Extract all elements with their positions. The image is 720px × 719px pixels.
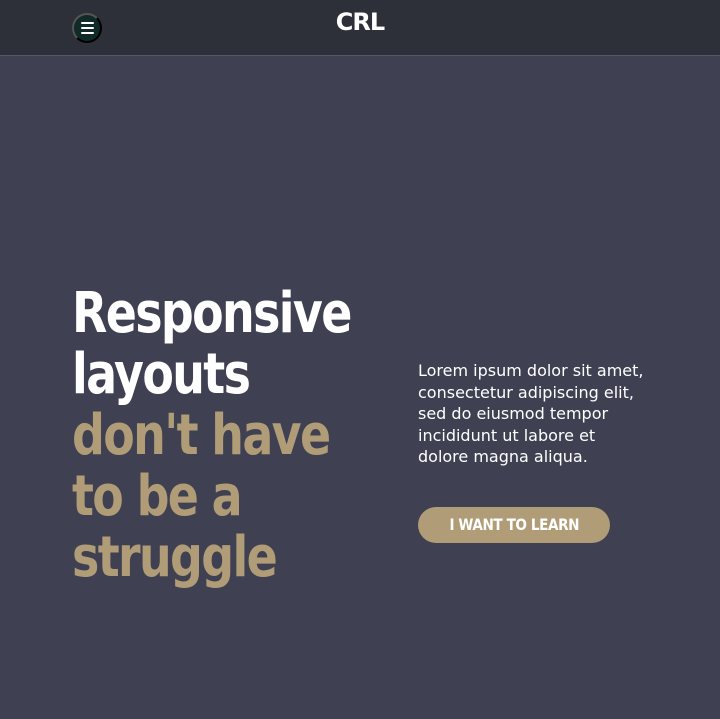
headline-accent-line: to be a [72,464,243,529]
learn-button-label: I WANT TO LEARN [449,515,579,534]
headline-accent-line: struggle [72,525,278,590]
hero-headline: Responsive layouts don't have to be a st… [72,281,352,590]
headline-accent-line: don't have [72,403,331,468]
headline-line: layouts [72,342,251,407]
learn-button[interactable]: I WANT TO LEARN [418,507,610,543]
site-logo[interactable]: CRL [0,8,720,36]
headline-line: Responsive [72,281,352,346]
site-header: CRL [0,0,720,56]
hero-section: Responsive layouts don't have to be a st… [0,57,720,719]
hero-description: Lorem ipsum dolor sit amet, consectetur … [418,361,644,466]
